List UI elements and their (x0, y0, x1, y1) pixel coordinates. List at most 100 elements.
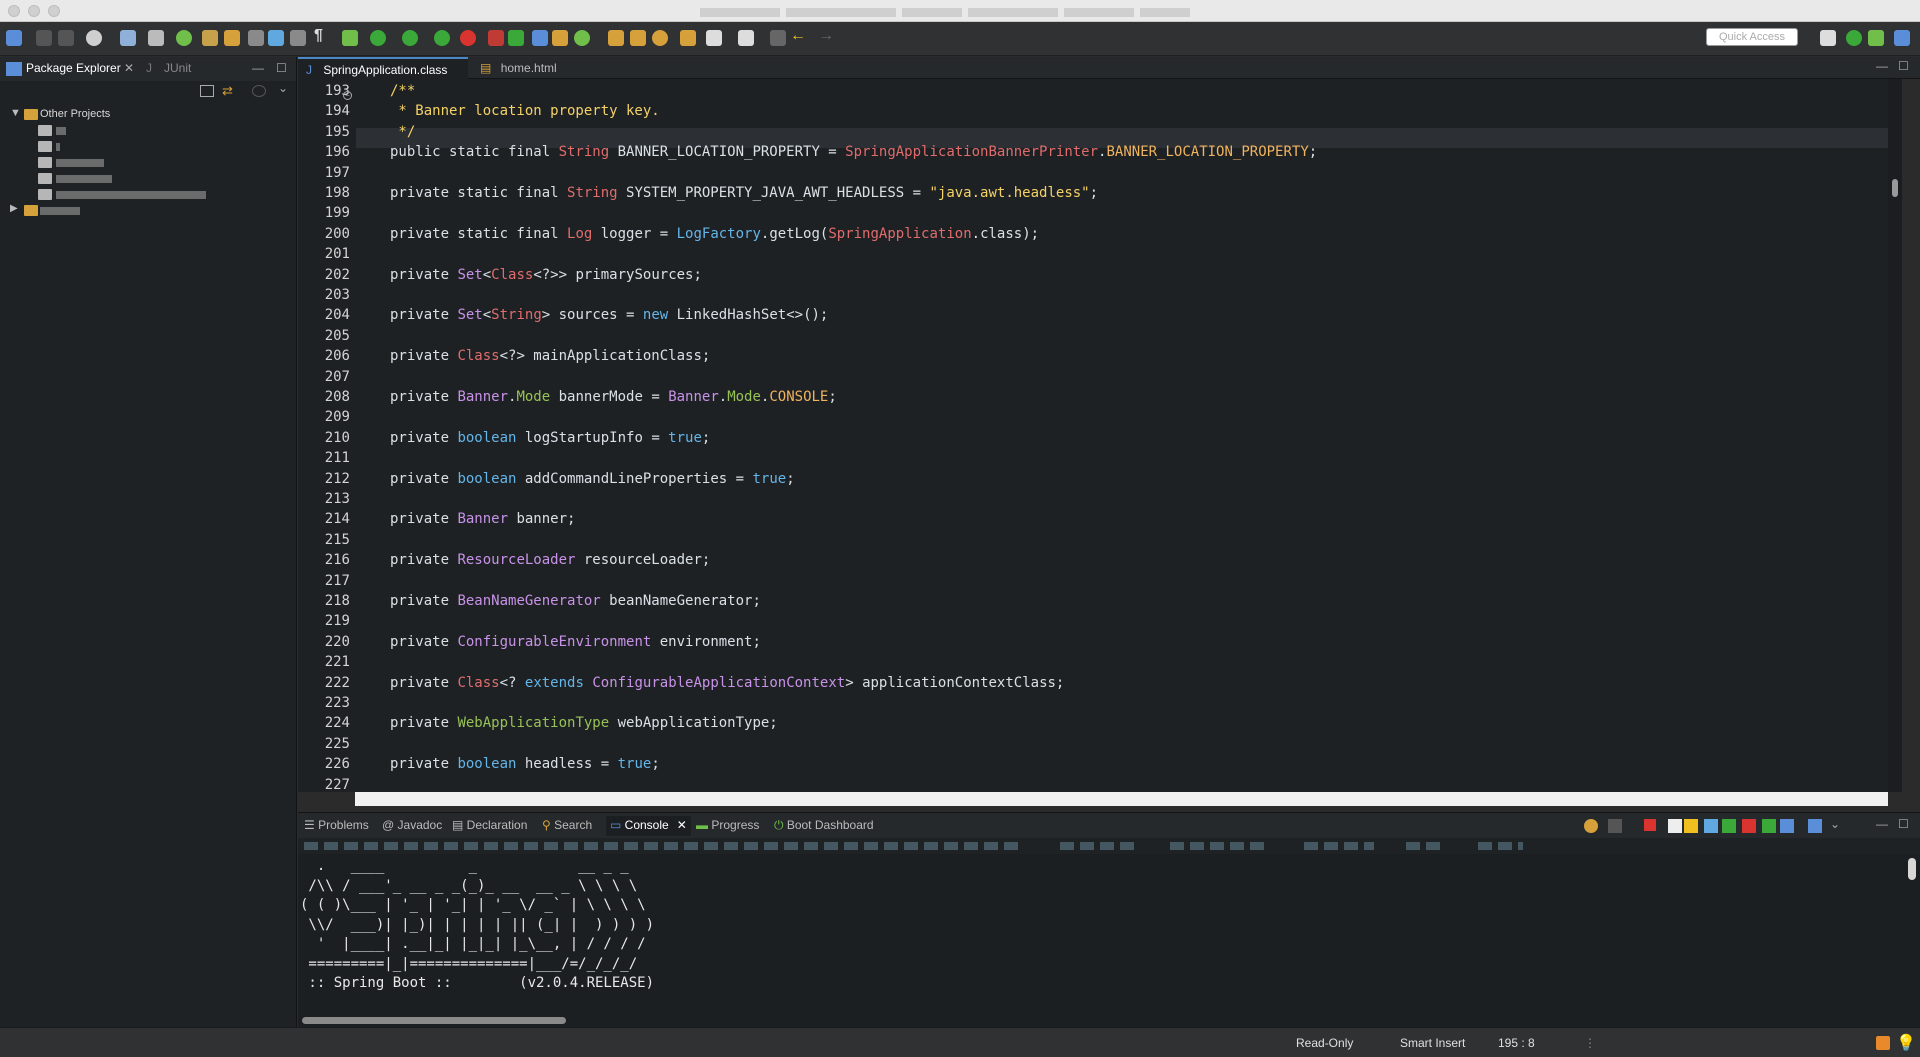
new-icon[interactable] (6, 30, 22, 46)
tab-progress[interactable]: ▬ Progress (696, 818, 759, 832)
launch-icon[interactable] (508, 30, 524, 46)
close-icon[interactable]: ✕ (124, 61, 134, 75)
spring-perspective-icon[interactable] (1846, 30, 1862, 46)
tree-item[interactable] (0, 155, 297, 171)
minimize-view-icon[interactable]: — (1876, 817, 1888, 831)
scroll-lock-icon[interactable] (1684, 819, 1698, 833)
tab-console[interactable]: ▭ Console ✕ (606, 816, 691, 836)
new-spring-icon[interactable] (574, 30, 590, 46)
tree-item[interactable] (0, 187, 297, 203)
line-number-gutter: 193 194 195 196 197 198 199 200 201 202 203 204 205 2… (298, 79, 356, 792)
tree-item[interactable] (0, 139, 297, 155)
tab-search[interactable]: ⚲ Search (542, 818, 592, 832)
new-class-icon[interactable] (532, 30, 548, 46)
tab-springapplication-class[interactable]: J SpringApplication.class ✕ (298, 57, 468, 91)
rss-icon[interactable] (1876, 1036, 1890, 1050)
close-window-button[interactable] (8, 5, 20, 17)
pin-icon[interactable] (738, 30, 754, 46)
new-package-icon[interactable] (552, 30, 568, 46)
stop-icon[interactable] (460, 30, 476, 46)
highlight-icon[interactable] (224, 30, 240, 46)
terminate-disabled-icon[interactable] (1608, 819, 1622, 833)
profile-icon[interactable] (86, 30, 102, 46)
tip-lightbulb-icon[interactable]: 💡 (1896, 1033, 1916, 1053)
open-resource-icon[interactable] (630, 30, 646, 46)
editor-vertical-scrollbar[interactable] (1888, 79, 1902, 792)
maximize-view-icon[interactable]: ☐ (276, 61, 287, 75)
run-last-icon[interactable] (434, 30, 450, 46)
console-vertical-scrollbar[interactable] (1904, 854, 1920, 1014)
back-arrow-icon[interactable]: ← (790, 27, 806, 44)
console-output[interactable]: . ____ _ __ _ _ /\\ / ___'_ __ _ _(_)_ _… (298, 854, 1904, 1014)
open-type-icon[interactable] (608, 30, 624, 46)
show-on-error-icon[interactable] (1742, 819, 1756, 833)
maximize-view-icon[interactable]: ☐ (1898, 817, 1909, 831)
last-edit-icon[interactable] (770, 30, 786, 46)
coverage-icon[interactable] (402, 30, 418, 46)
scroll-thumb[interactable] (1892, 179, 1898, 197)
clear-console-icon[interactable] (1668, 819, 1682, 833)
status-menu-icon[interactable]: ⋮ (1584, 1036, 1596, 1050)
show-on-output-icon[interactable] (1722, 819, 1736, 833)
editor-horizontal-scrollbar[interactable] (355, 792, 1888, 806)
tree-item[interactable] (0, 123, 297, 139)
view-menu-icon[interactable]: ⌄ (278, 81, 288, 95)
save-all-icon[interactable] (58, 30, 74, 46)
java-perspective-icon[interactable] (1894, 30, 1910, 46)
pin-console-icon[interactable] (1762, 819, 1776, 833)
toggle-icon[interactable] (148, 30, 164, 46)
open-console-icon[interactable] (1808, 819, 1822, 833)
focus-icon[interactable] (252, 85, 266, 97)
fold-toggle-icon[interactable]: − (343, 91, 352, 100)
annotation-icon[interactable] (706, 30, 722, 46)
code-editor[interactable]: 193 194 195 196 197 198 199 200 201 202 203 204 205 2… (298, 79, 1888, 792)
word-wrap-icon[interactable] (268, 30, 284, 46)
minimize-editor-icon[interactable]: — (1876, 59, 1888, 73)
tree-item[interactable]: ▶ (0, 203, 297, 219)
collapse-all-icon[interactable] (200, 85, 214, 97)
scroll-thumb[interactable] (302, 1017, 566, 1024)
terminate-icon[interactable] (1644, 819, 1656, 831)
search-icon[interactable] (652, 30, 668, 46)
display-console-icon[interactable] (1780, 819, 1794, 833)
maximize-editor-icon[interactable]: ☐ (1898, 59, 1909, 73)
debug-perspective-icon[interactable] (1868, 30, 1884, 46)
link-with-editor-icon[interactable]: ⇄ (222, 83, 233, 99)
expand-triangle-icon[interactable]: ▶ (10, 203, 18, 214)
tab-home-html[interactable]: ▤ home.html (472, 57, 582, 79)
tab-javadoc[interactable]: @ Javadoc (382, 818, 442, 832)
zoom-window-button[interactable] (48, 5, 60, 17)
close-icon[interactable]: ✕ (677, 818, 687, 832)
forward-arrow-icon[interactable]: → (818, 27, 834, 44)
scroll-thumb[interactable] (1908, 858, 1916, 880)
folder-icon (38, 125, 52, 136)
console-horizontal-scrollbar[interactable] (298, 1014, 1920, 1027)
word-wrap-icon[interactable] (1704, 819, 1718, 833)
tab-package-explorer[interactable]: Package Explorer (26, 61, 121, 75)
mark-occurrences-icon[interactable] (202, 30, 218, 46)
minimize-window-button[interactable] (28, 5, 40, 17)
tab-declaration[interactable]: ▤ Declaration (452, 818, 527, 832)
tab-problems[interactable]: ☰ Problems (304, 818, 369, 832)
skip-breakpoints-icon[interactable] (120, 30, 136, 46)
minimize-view-icon[interactable]: — (252, 61, 264, 75)
show-whitespace-icon[interactable] (290, 30, 306, 46)
quick-access-input[interactable]: Quick Access (1706, 28, 1798, 46)
line-number: 208 (324, 389, 350, 405)
debug-icon[interactable] (342, 30, 358, 46)
paragraph-icon[interactable]: ¶ (314, 27, 330, 44)
tab-boot-dashboard[interactable]: ⏻ Boot Dashboard (774, 818, 874, 833)
run-icon[interactable] (370, 30, 386, 46)
external-tools-icon[interactable] (488, 30, 504, 46)
save-icon[interactable] (36, 30, 52, 46)
tree-item[interactable] (0, 171, 297, 187)
spring-boot-icon[interactable] (176, 30, 192, 46)
tree-item-other-projects[interactable]: ▼ Other Projects (0, 107, 297, 123)
refresh-icon[interactable] (1584, 819, 1598, 833)
open-perspective-icon[interactable] (1820, 30, 1836, 46)
view-menu-icon[interactable]: ⌄ (1830, 817, 1840, 831)
tab-junit[interactable]: JUnit (164, 61, 191, 75)
expand-triangle-icon[interactable]: ▼ (10, 107, 21, 119)
block-selection-icon[interactable] (248, 30, 264, 46)
open-task-icon[interactable] (680, 30, 696, 46)
